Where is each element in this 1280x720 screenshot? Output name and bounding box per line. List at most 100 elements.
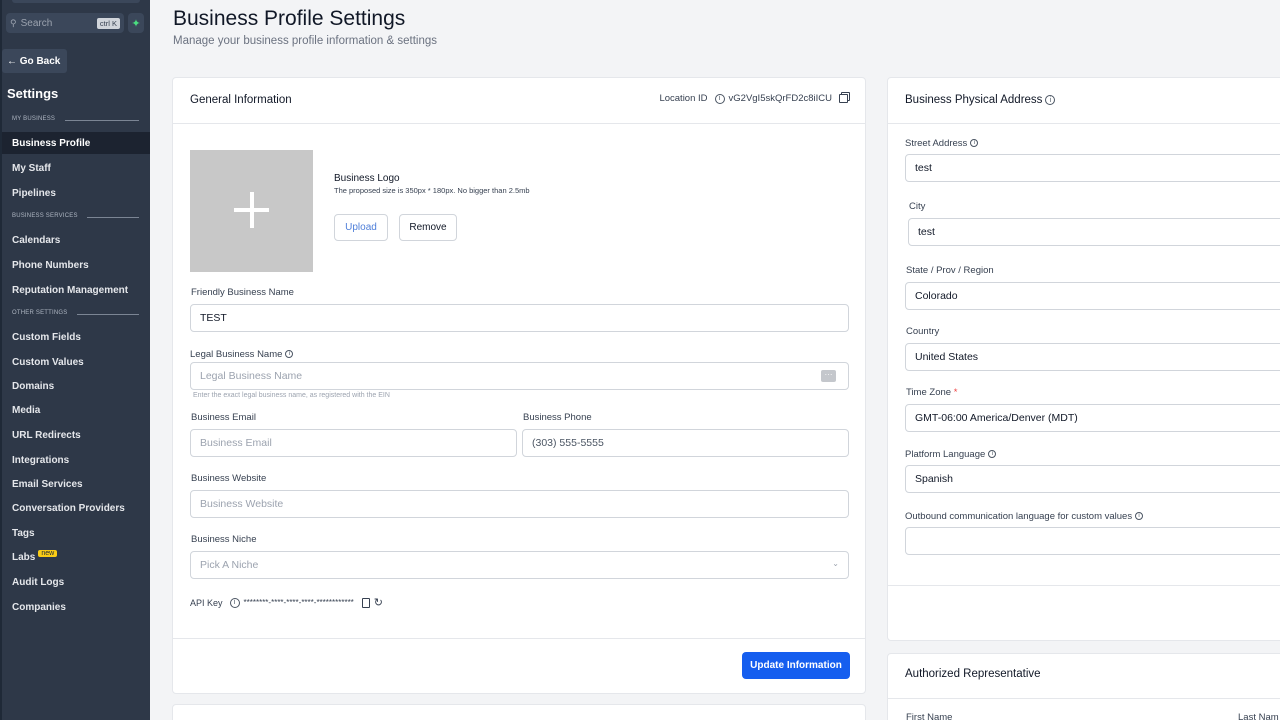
sidebar-item-label: Domains	[12, 380, 55, 392]
sidebar-item-tags[interactable]: Tags	[2, 522, 150, 544]
sidebar-item-label: URL Redirects	[12, 429, 81, 441]
website-input[interactable]: Business Website	[190, 490, 849, 518]
sparkle-icon[interactable]: ✦	[128, 13, 144, 33]
website-label: Business Website	[191, 473, 267, 484]
clipboard-icon[interactable]	[361, 597, 370, 608]
sidebar-item-reputation-management[interactable]: Reputation Management	[2, 279, 150, 301]
sidebar-item-audit-logs[interactable]: Audit Logs	[2, 571, 150, 593]
address-title-row: Business Physical Address i	[905, 94, 1056, 106]
card-divider	[173, 638, 865, 639]
upload-button[interactable]: Upload	[334, 214, 388, 241]
outbound-label: Outbound communication language for cust…	[905, 511, 1133, 522]
info-icon: i	[970, 139, 979, 148]
settings-title: Settings	[7, 86, 59, 101]
language-label-row: Platform Language i	[905, 449, 997, 460]
friendly-name-label: Friendly Business Name	[191, 287, 294, 298]
plus-icon	[250, 192, 254, 228]
new-badge: new	[38, 549, 58, 557]
general-information-card: General Information Location ID i vG2VgI…	[172, 77, 866, 694]
sidebar-item-label: Companies	[12, 601, 66, 613]
email-input[interactable]: Business Email	[190, 429, 517, 457]
legal-name-placeholder: Legal Business Name	[200, 370, 303, 382]
sidebar-item-integrations[interactable]: Integrations	[2, 449, 150, 471]
niche-label: Business Niche	[191, 534, 257, 545]
section-label-text: MY BUSINESS	[12, 116, 56, 122]
phone-label: Business Phone	[523, 412, 592, 423]
info-icon: i	[229, 597, 240, 608]
sidebar-item-companies[interactable]: Companies	[2, 596, 150, 618]
section-label-other-settings: OTHER SETTINGS	[12, 310, 67, 316]
sidebar-item-url-redirects[interactable]: URL Redirects	[2, 424, 150, 446]
card-divider	[888, 698, 1280, 699]
outbound-label-row: Outbound communication language for cust…	[905, 511, 1144, 522]
top-bar-stub	[12, 0, 140, 3]
section-divider	[65, 120, 139, 121]
sidebar-item-email-services[interactable]: Email Services	[2, 473, 150, 495]
card-divider	[888, 585, 1280, 586]
sidebar-item-labs[interactable]: Labs new	[2, 546, 150, 568]
legal-name-hint: Enter the exact legal business name, as …	[193, 392, 390, 399]
sidebar-item-media[interactable]: Media	[2, 399, 150, 421]
api-key-value: ********-****-****-****-************	[243, 598, 354, 607]
copy-icon[interactable]	[839, 94, 848, 103]
info-icon: i	[988, 450, 997, 459]
friendly-name-input[interactable]: TEST	[190, 304, 849, 332]
next-card	[172, 704, 866, 720]
state-input[interactable]: Colorado	[905, 282, 1280, 310]
city-label: City	[909, 201, 926, 212]
required-marker: *	[953, 387, 958, 398]
sidebar-item-label: Audit Logs	[12, 576, 65, 588]
legal-name-label-row: Legal Business Name i	[190, 349, 294, 360]
card-divider	[888, 123, 1280, 124]
sidebar-item-label: Media	[12, 404, 41, 416]
timezone-select[interactable]: GMT-06:00 America/Denver (MDT)	[905, 404, 1280, 432]
search-input[interactable]: ⚲ Search ctrl K	[6, 13, 124, 33]
outbound-language-select[interactable]	[905, 527, 1280, 555]
country-select[interactable]: United States	[905, 343, 1280, 371]
api-key-label: API Key	[190, 597, 223, 608]
refresh-icon[interactable]: ↻	[374, 596, 383, 609]
city-input[interactable]: test	[908, 218, 1280, 246]
location-id: Location ID i vG2VgI5skQrFD2c8iICU	[659, 93, 848, 104]
niche-placeholder: Pick A Niche	[200, 559, 259, 571]
sidebar-item-domains[interactable]: Domains	[2, 375, 150, 397]
sidebar-item-label: Integrations	[12, 454, 70, 466]
street-input[interactable]: test	[905, 154, 1280, 182]
state-label: State / Prov / Region	[906, 265, 994, 276]
search-row: ⚲ Search ctrl K ✦	[6, 13, 144, 33]
sidebar-item-label: Reputation Management	[12, 284, 129, 296]
sidebar-item-label: Conversation Providers	[12, 502, 125, 514]
sidebar-item-label: Custom Values	[12, 356, 84, 368]
go-back-button[interactable]: ← Go Back	[2, 49, 67, 73]
card-title: General Information	[190, 94, 292, 106]
page-subtitle: Manage your business profile information…	[173, 35, 438, 47]
legal-name-input[interactable]: Legal Business Name ···	[190, 362, 849, 390]
sidebar-item-pipelines[interactable]: Pipelines	[2, 182, 150, 204]
chevron-down-icon: ⌄	[832, 559, 839, 568]
section-divider	[87, 217, 139, 218]
first-name-label: First Name	[906, 712, 953, 720]
niche-select[interactable]: Pick A Niche ⌄	[190, 551, 849, 579]
sidebar-item-label: Email Services	[12, 478, 83, 490]
logo-upload-area[interactable]	[190, 150, 313, 272]
language-label: Platform Language	[905, 449, 986, 460]
page-title: Business Profile Settings	[173, 7, 406, 30]
remove-button[interactable]: Remove	[399, 214, 457, 241]
language-select[interactable]: Spanish	[905, 465, 1280, 493]
sidebar-item-custom-fields[interactable]: Custom Fields	[2, 326, 150, 348]
sidebar-item-calendars[interactable]: Calendars	[2, 229, 150, 251]
search-shortcut: ctrl K	[96, 17, 120, 29]
sidebar-item-phone-numbers[interactable]: Phone Numbers	[2, 254, 150, 276]
phone-input[interactable]: (303) 555-5555	[522, 429, 849, 457]
update-information-button[interactable]: Update Information	[742, 652, 850, 679]
sidebar-item-conversation-providers[interactable]: Conversation Providers	[2, 497, 150, 519]
sidebar-item-my-staff[interactable]: My Staff	[2, 157, 150, 179]
sidebar-item-business-profile[interactable]: Business Profile	[2, 132, 150, 154]
info-icon: i	[714, 93, 725, 104]
timezone-label: Time Zone	[906, 387, 952, 398]
sidebar-item-label: Phone Numbers	[12, 259, 89, 271]
sidebar-item-custom-values[interactable]: Custom Values	[2, 351, 150, 373]
authorized-representative-card: Authorized Representative First Name Las…	[887, 653, 1280, 720]
country-label: Country	[906, 326, 940, 337]
dots-icon[interactable]: ···	[821, 370, 836, 382]
